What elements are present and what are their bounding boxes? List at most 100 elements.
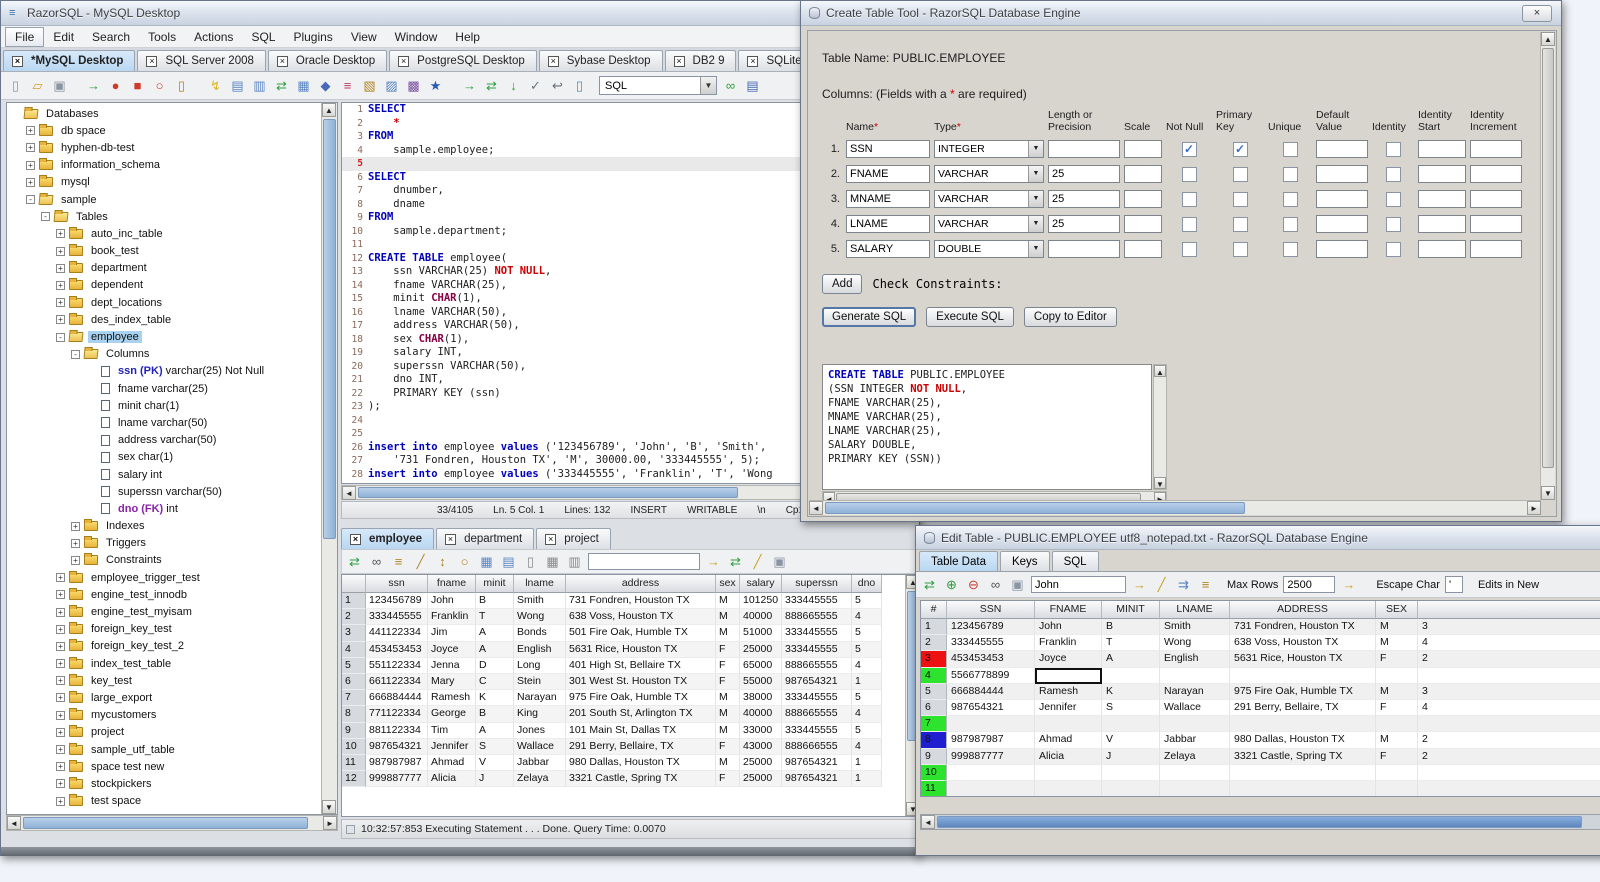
- expander-icon[interactable]: -: [41, 212, 50, 222]
- paste-icon[interactable]: ▯: [571, 77, 588, 94]
- identity-checkbox[interactable]: [1385, 166, 1401, 182]
- identity-increment-input[interactable]: [1470, 240, 1522, 258]
- sql-box-vertical-scrollbar[interactable]: ▲ ▼: [1153, 364, 1167, 490]
- view-toggle-icon[interactable]: ∞: [722, 77, 739, 94]
- tab-sybase-desktop[interactable]: × Sybase Desktop: [538, 50, 663, 71]
- default-value-input[interactable]: [1316, 140, 1368, 158]
- table-row[interactable]: 3 453453453 Joyce A English 5631 Rice, Housto…: [921, 651, 1600, 668]
- copy-icon[interactable]: ▦: [544, 553, 561, 570]
- tree-item-address-varchar-50[interactable]: address varchar(50): [7, 432, 337, 449]
- close-tab-icon[interactable]: ×: [12, 55, 23, 67]
- expander-icon[interactable]: +: [26, 178, 35, 187]
- cell-fname[interactable]: [1035, 667, 1102, 684]
- scroll-right-icon[interactable]: ►: [323, 816, 337, 830]
- fetch-icon[interactable]: ↓: [505, 77, 522, 94]
- escape-char-input[interactable]: [1444, 576, 1463, 593]
- tab-postgresql-desktop[interactable]: × PostgreSQL Desktop: [389, 50, 537, 71]
- copy-icon[interactable]: ▦: [295, 77, 312, 94]
- expander-icon[interactable]: +: [56, 659, 65, 669]
- column-type-select[interactable]: DOUBLE ▼: [934, 240, 1044, 258]
- close-window-button[interactable]: ×: [1522, 5, 1552, 22]
- scroll-left-icon[interactable]: ◄: [7, 816, 21, 830]
- expander-icon[interactable]: +: [56, 642, 65, 651]
- column-length-input[interactable]: [1048, 190, 1120, 208]
- expander-icon[interactable]: +: [26, 126, 35, 136]
- expander-icon[interactable]: -: [71, 349, 80, 359]
- expander-icon[interactable]: +: [56, 624, 65, 634]
- expander-icon[interactable]: +: [56, 779, 65, 789]
- expander-icon[interactable]: +: [56, 264, 65, 273]
- db-stack-icon[interactable]: ≡: [339, 77, 356, 94]
- column-length-input[interactable]: [1048, 165, 1120, 183]
- tree-item-stockpickers[interactable]: + stockpickers: [7, 775, 337, 792]
- menu-plugins[interactable]: Plugins: [284, 28, 341, 46]
- link-icon[interactable]: ○: [456, 553, 473, 570]
- tree-item-key-test[interactable]: + key_test: [7, 672, 337, 689]
- disconnect-icon[interactable]: ●: [107, 77, 124, 94]
- go-icon[interactable]: →: [705, 553, 722, 570]
- copy-to-editor-button[interactable]: Copy to Editor: [1023, 307, 1117, 327]
- expander-icon[interactable]: -: [26, 195, 35, 205]
- scroll-down-icon[interactable]: ▼: [1154, 477, 1166, 489]
- edit-tab-keys[interactable]: Keys: [999, 551, 1050, 571]
- not-null-checkbox[interactable]: [1181, 216, 1197, 232]
- unique-checkbox[interactable]: [1282, 141, 1298, 157]
- tree-item-foreign-key-test[interactable]: + foreign_key_test: [7, 621, 337, 638]
- tree-item-department[interactable]: + department: [7, 260, 337, 277]
- table-row[interactable]: 4 5566778899: [921, 667, 1600, 684]
- scroll-left-icon[interactable]: ◄: [342, 486, 356, 500]
- menu-search[interactable]: Search: [83, 28, 139, 46]
- tree-item-dependent[interactable]: + dependent: [7, 277, 337, 294]
- column-length-input[interactable]: [1048, 140, 1120, 158]
- results-search-input[interactable]: [588, 553, 700, 570]
- expander-icon[interactable]: +: [71, 539, 80, 548]
- tree-item-superssn-varchar-50[interactable]: superssn varchar(50): [7, 483, 337, 500]
- max-rows-go-icon[interactable]: →: [1340, 576, 1357, 593]
- edit-hscroll-thumb[interactable]: [937, 816, 1582, 828]
- table-row[interactable]: 10: [921, 764, 1600, 781]
- tab-sql-server-2008[interactable]: × SQL Server 2008: [137, 50, 266, 71]
- expander-icon[interactable]: +: [56, 710, 65, 720]
- column-header-sex[interactable]: sex: [716, 575, 740, 593]
- expander-icon[interactable]: +: [56, 315, 65, 325]
- column-length-input[interactable]: [1048, 215, 1120, 233]
- expander-icon[interactable]: +: [71, 556, 80, 565]
- db-browser-icon[interactable]: ⇄: [273, 77, 290, 94]
- table-row[interactable]: 12 999887777 Alicia J Zelaya 3321 Castle, Spr…: [342, 771, 907, 788]
- tree-item-hyphen-db-test[interactable]: + hyphen-db-test: [7, 139, 337, 156]
- edit-table-icon[interactable]: ▧: [361, 77, 378, 94]
- tree-item-employee-trigger-test[interactable]: + employee_trigger_test: [7, 569, 337, 586]
- column-header-lname[interactable]: lname: [514, 575, 566, 593]
- primary-key-checkbox[interactable]: [1232, 241, 1248, 257]
- tree-item-ssn-pk-varchar-25-not-null[interactable]: ssn (PK) varchar(25) Not Null: [7, 363, 337, 380]
- tree-item-auto-inc-table[interactable]: + auto_inc_table: [7, 225, 337, 242]
- chevron-down-icon[interactable]: ▼: [1028, 166, 1043, 182]
- menu-view[interactable]: View: [342, 28, 386, 46]
- menu-file[interactable]: File: [5, 26, 45, 47]
- expander-icon[interactable]: +: [56, 762, 65, 772]
- not-null-checkbox[interactable]: [1181, 241, 1197, 257]
- default-value-input[interactable]: [1316, 240, 1368, 258]
- tree-item-databases[interactable]: Databases: [7, 105, 337, 122]
- column-scale-input[interactable]: [1124, 165, 1162, 183]
- table-row[interactable]: 1 123456789 John B Smith 731 Fondren, Houston…: [921, 619, 1600, 636]
- layout-icon[interactable]: ▤: [744, 77, 761, 94]
- primary-key-checkbox[interactable]: [1232, 216, 1248, 232]
- tree-item-dept-locations[interactable]: + dept_locations: [7, 294, 337, 311]
- expander-icon[interactable]: +: [56, 728, 65, 737]
- tree-item-information-schema[interactable]: + information_schema: [7, 157, 337, 174]
- expander-icon[interactable]: +: [56, 246, 65, 256]
- table-row[interactable]: 5 666884444 Ramesh K Narayan 975 Fire Oak, Hu…: [921, 683, 1600, 700]
- check-syntax-icon[interactable]: ✓: [527, 77, 544, 94]
- column-header-lname[interactable]: LNAME: [1160, 601, 1230, 619]
- tree-item-fname-varchar-25[interactable]: fname varchar(25): [7, 380, 337, 397]
- refresh-icon[interactable]: ⇄: [346, 553, 363, 570]
- primary-key-checkbox[interactable]: [1232, 191, 1248, 207]
- tree-item-dno-fk-int[interactable]: dno (FK) int: [7, 500, 337, 517]
- table-row[interactable]: 6 661122334 Mary C Stein 301 West St. Houston…: [342, 673, 907, 691]
- scroll-up-icon[interactable]: ▲: [1541, 32, 1555, 46]
- execute-all-icon[interactable]: ⇄: [483, 77, 500, 94]
- import-icon[interactable]: ▩: [405, 77, 422, 94]
- editor-hscroll-thumb[interactable]: [358, 487, 738, 498]
- scroll-down-icon[interactable]: ▼: [1541, 486, 1555, 500]
